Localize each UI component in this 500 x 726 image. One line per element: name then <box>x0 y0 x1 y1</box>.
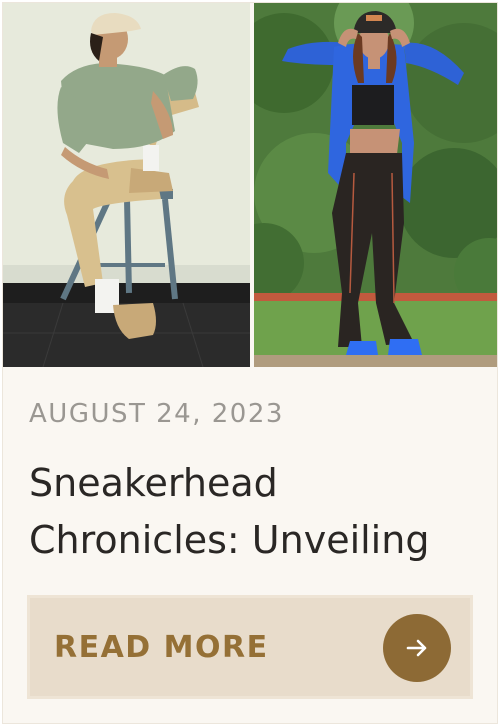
man-sitting-on-stool-photo <box>3 3 250 367</box>
read-more-label: READ MORE <box>54 630 269 665</box>
post-date: AUGUST 24, 2023 <box>29 399 284 429</box>
read-more-button[interactable]: READ MORE <box>27 595 473 699</box>
blog-post-card[interactable]: AUGUST 24, 2023 Sneakerhead Chronicles: … <box>2 2 498 724</box>
post-image-gallery[interactable] <box>3 3 497 367</box>
post-title[interactable]: Sneakerhead Chronicles: Unveiling <box>29 455 469 569</box>
woman-in-blue-jacket-photo <box>254 3 497 367</box>
arrow-right-icon[interactable] <box>383 614 451 682</box>
